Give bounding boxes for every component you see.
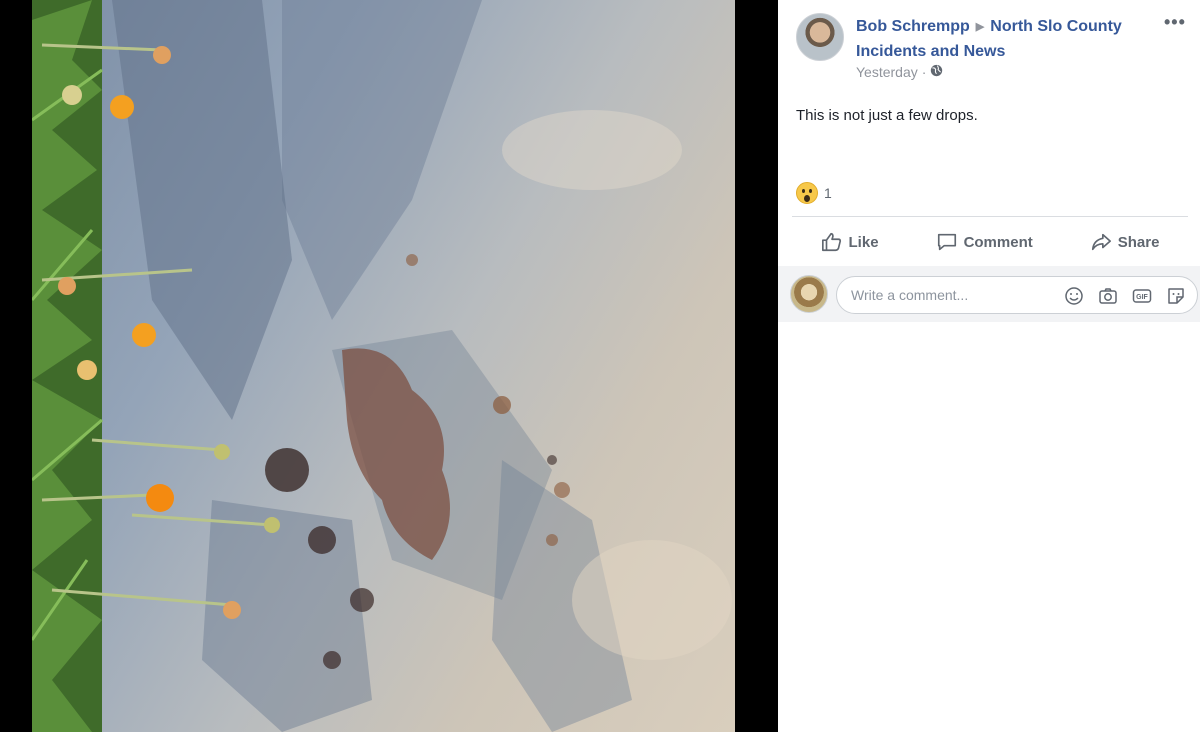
author-name-link[interactable]: Bob Schrempp xyxy=(856,18,970,35)
globe-icon[interactable] xyxy=(930,64,943,80)
share-label: Share xyxy=(1117,233,1160,251)
post-header: Bob Schrempp ▶ North Slo County Incidents … xyxy=(856,15,1156,63)
photo-viewer xyxy=(0,0,778,732)
like-label: Like xyxy=(848,233,879,251)
comment-label: Comment xyxy=(963,233,1033,251)
share-button[interactable]: Share xyxy=(1090,231,1160,253)
comment-button[interactable]: Comment xyxy=(936,231,1033,253)
thumbs-up-icon xyxy=(821,232,841,252)
timestamp-link[interactable]: Yesterday xyxy=(856,64,918,80)
comment-icon xyxy=(937,233,956,251)
post-panel: Bob Schrempp ▶ North Slo County Incidents … xyxy=(778,0,1200,732)
comment-input[interactable] xyxy=(851,287,1051,303)
post-meta: Yesterday · xyxy=(856,64,943,80)
sticker-icon[interactable] xyxy=(1165,285,1187,307)
separator-dot: · xyxy=(921,64,927,80)
post-text: This is not just a few drops. xyxy=(796,107,978,124)
wow-icon xyxy=(796,182,818,204)
viewer-avatar[interactable] xyxy=(790,275,828,313)
share-icon xyxy=(1091,233,1111,251)
gif-icon[interactable]: GIF xyxy=(1131,285,1153,307)
comment-composer: GIF xyxy=(778,266,1200,322)
camera-icon[interactable] xyxy=(1097,285,1119,307)
like-button[interactable]: Like xyxy=(821,231,879,253)
photo-image xyxy=(32,0,732,732)
post-photo[interactable] xyxy=(32,0,735,732)
arrow-right-icon: ▶ xyxy=(975,21,985,33)
divider xyxy=(792,216,1188,217)
svg-text:GIF: GIF xyxy=(1136,294,1148,301)
reaction-count: 1 xyxy=(824,185,832,201)
reaction-summary[interactable]: 1 xyxy=(796,182,832,204)
action-bar: Like Comment Share xyxy=(792,220,1188,264)
comment-input-box[interactable]: GIF xyxy=(836,276,1198,314)
emoji-icon[interactable] xyxy=(1063,285,1085,307)
author-avatar[interactable] xyxy=(796,13,844,61)
comment-tools: GIF xyxy=(1063,285,1187,307)
more-options-button[interactable]: ••• xyxy=(1164,12,1186,33)
